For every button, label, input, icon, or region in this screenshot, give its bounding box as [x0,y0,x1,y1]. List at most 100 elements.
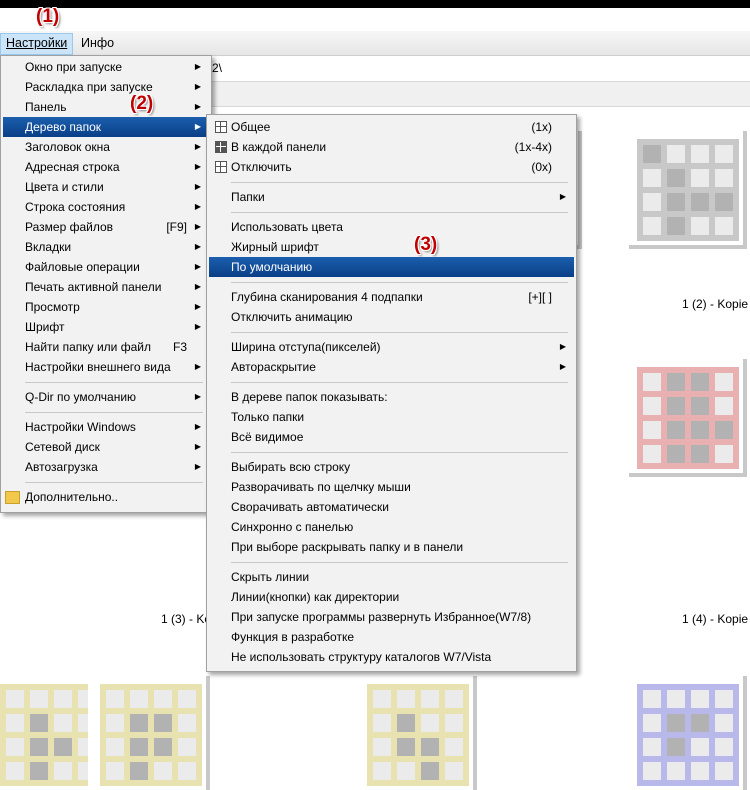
settings-menu-item[interactable]: Просмотр ▶ [3,297,209,317]
folder-tree-menu-item[interactable]: Синхронно с панелью [209,517,574,537]
folder-tree-menu-item[interactable]: Отключить анимацию [209,307,574,327]
menu-item-label: По умолчанию [231,260,313,274]
folder-tree-menu-item[interactable]: Общее (1x) [209,117,574,137]
folder-tree-menu-item[interactable]: Использовать цвета [209,217,574,237]
folder-tree-menu-item[interactable]: Только папки [209,407,574,427]
settings-menu-item[interactable]: Настройки внешнего вида ▶ [3,357,209,377]
thumbnail-grid-image [637,367,739,469]
settings-menu-item[interactable]: Сетевой диск ▶ [3,437,209,457]
thumbnail-cell [691,421,709,439]
menu-info[interactable]: Инфо [76,33,119,53]
settings-menu-item[interactable]: Настройки Windows ▶ [3,417,209,437]
folder-tree-menu-item[interactable]: При запуске программы развернуть Избранн… [209,607,574,627]
settings-menu-item[interactable]: Строка состояния ▶ [3,197,209,217]
menu-item-label: Окно при запуске [25,60,123,74]
folder-tree-menu-item[interactable]: Глубина сканирования 4 подпапки [+][ ] [209,287,574,307]
folder-tree-menu-item[interactable]: Папки ▶ [209,187,574,207]
menu-item-label: Линии(кнопки) как директории [231,590,400,604]
folder-tree-menu-item[interactable]: Линии(кнопки) как директории [209,587,574,607]
menu-item-label: Сворачивать автоматически [231,500,389,514]
tree-grid-icon [215,161,227,173]
thumbnail-caption[interactable]: 1 (4) - Kopie [682,612,748,626]
submenu-arrow-icon: ▶ [194,442,201,451]
folder-tree-menu-item[interactable]: Скрыть линии [209,567,574,587]
settings-menu-item[interactable]: Адресная строка ▶ [3,157,209,177]
annotation-2: (2) [130,93,154,114]
thumbnail-cell [667,738,685,756]
thumbnail-caption[interactable]: 1 (3) - Ko [161,612,211,626]
settings-menu-item[interactable]: Печать активной панели ▶ [3,277,209,297]
menu-item-label: Панель [25,100,67,114]
thumbnail-cell [691,445,709,463]
thumbnail-cell [715,445,733,463]
thumbnail-cell [715,738,733,756]
thumbnail-cell [667,762,685,780]
thumbnail-cell [421,738,439,756]
thumbnail-grid-image [367,684,469,786]
settings-menu-item[interactable]: Найти папку или файл F3 [3,337,209,357]
folder-tree-menu-item[interactable]: Всё видимое [209,427,574,447]
submenu-arrow-icon: ▶ [194,282,201,291]
menu-separator [231,212,568,213]
folder-tree-menu-item[interactable]: Сворачивать автоматически [209,497,574,517]
settings-menu: Окно при запуске ▶ Раскладка при запуске ▶ П… [0,55,212,513]
file-thumbnail[interactable] [88,672,206,790]
folder-tree-menu-item[interactable]: Ширина отступа(пикселей) ▶ [209,337,574,357]
folder-tree-menu-item[interactable]: В дереве папок показывать: [209,387,574,407]
settings-menu-item[interactable]: Цвета и стили ▶ [3,177,209,197]
file-thumbnail[interactable] [625,672,743,790]
submenu-arrow-icon: ▶ [194,302,201,311]
thumbnail-cell [691,145,709,163]
folder-tree-menu-item[interactable]: Отключить (0x) [209,157,574,177]
file-thumbnail[interactable] [625,127,743,245]
thumbnail-grid-image [637,684,739,786]
thumbnail-cell [30,738,48,756]
thumbnail-caption[interactable]: 1 (2) - Kopie [682,297,748,311]
folder-tree-menu-item[interactable]: Выбирать всю строку [209,457,574,477]
thumbnail-cell [643,397,661,415]
settings-menu-item[interactable]: Q-Dir по умолчанию ▶ [3,387,209,407]
thumbnail-cell [445,762,463,780]
menu-item-label: В каждой панели [231,140,327,154]
thumbnail-grid-image [0,684,102,786]
settings-menu-item[interactable]: Раскладка при запуске ▶ [3,77,209,97]
settings-menu-item[interactable]: Дополнительно.. [3,487,209,507]
thumbnail-cell [106,714,124,732]
settings-menu-item[interactable]: Окно при запуске ▶ [3,57,209,77]
thumbnail-cell [54,762,72,780]
menu-settings[interactable]: Настройки [0,33,74,55]
settings-menu-item[interactable]: Размер файлов [F9] ▶ [3,217,209,237]
file-thumbnail[interactable] [625,355,743,473]
settings-menu-item[interactable]: Дерево папок ▶ [3,117,209,137]
submenu-arrow-icon: ▶ [194,82,201,91]
folder-tree-menu-item[interactable]: Жирный шрифт [209,237,574,257]
folder-tree-menu-item[interactable]: Не использовать структуру каталогов W7/V… [209,647,574,667]
settings-menu-item[interactable]: Панель ▶ [3,97,209,117]
thumbnail-cell [373,762,391,780]
settings-menu-item[interactable]: Файловые операции ▶ [3,257,209,277]
menu-item-label: Отключить [231,160,292,174]
folder-tree-menu-item[interactable]: Функция в разработке [209,627,574,647]
thumbnail-cell [397,714,415,732]
menu-item-label: Дерево папок [25,120,101,134]
menu-separator [25,382,203,383]
menu-item-label: Размер файлов [25,220,114,234]
settings-menu-item[interactable]: Шрифт ▶ [3,317,209,337]
folder-tree-menu-item[interactable]: При выборе раскрывать папку и в панели [209,537,574,557]
folder-tree-menu-item[interactable]: По умолчанию [209,257,574,277]
file-thumbnail[interactable] [355,672,473,790]
menu-separator [231,332,568,333]
thumbnail-cell [130,738,148,756]
folder-tree-menu-item[interactable]: Разворачивать по щелчку мыши [209,477,574,497]
thumbnail-cell [667,397,685,415]
settings-menu-item[interactable]: Заголовок окна ▶ [3,137,209,157]
settings-menu-item[interactable]: Автозагрузка ▶ [3,457,209,477]
folder-tree-menu-item[interactable]: В каждой панели (1x-4x) [209,137,574,157]
thumbnail-cell [643,193,661,211]
thumbnail-cell [667,373,685,391]
folder-tree-menu-item[interactable]: Автораскрытие ▶ [209,357,574,377]
thumbnail-cell [30,714,48,732]
thumbnail-cell [715,397,733,415]
settings-menu-item[interactable]: Вкладки ▶ [3,237,209,257]
thumbnail-cell [667,169,685,187]
